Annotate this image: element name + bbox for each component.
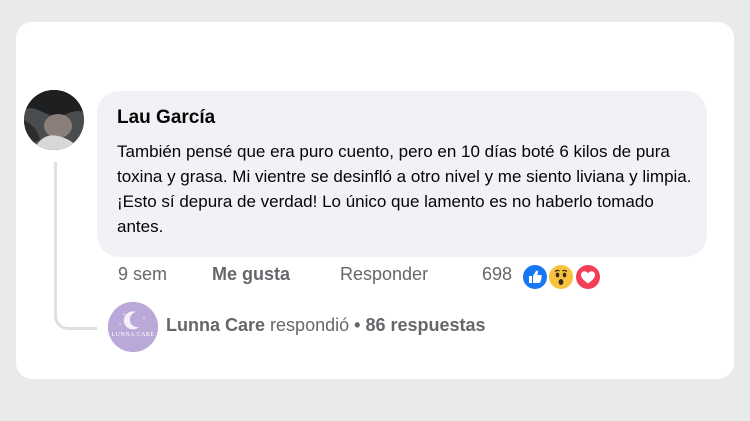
wow-icon[interactable] [547,263,575,291]
lunna-care-logo-text: LUNNA CARE [111,332,155,338]
replies-summary[interactable]: LUNNA CARE Lunna Care respondió • 86 res… [108,302,588,352]
love-icon[interactable] [574,263,602,291]
comment-author-name[interactable]: Lau García [117,107,215,129]
thread-connector-line [54,162,97,330]
like-icon[interactable] [521,263,549,291]
lunna-care-avatar[interactable]: LUNNA CARE [108,302,158,352]
comment-body-text: También pensé que era puro cuento, pero … [117,142,692,236]
comment-bubble: Lau García También pensé que era puro cu… [97,91,707,257]
commenter-avatar[interactable] [24,90,84,150]
reply-count[interactable]: 86 respuestas [365,315,485,335]
reply-button[interactable]: Responder [340,264,428,285]
comment-timestamp[interactable]: 9 sem [118,264,167,285]
reply-summary-text[interactable]: Lunna Care respondió • 86 respuestas [166,315,486,336]
like-button[interactable]: Me gusta [212,264,290,285]
reply-separator: • [354,315,361,335]
reply-page-name[interactable]: Lunna Care [166,315,265,335]
reply-verb: respondió [270,315,350,335]
reaction-count[interactable]: 698 [482,264,512,285]
